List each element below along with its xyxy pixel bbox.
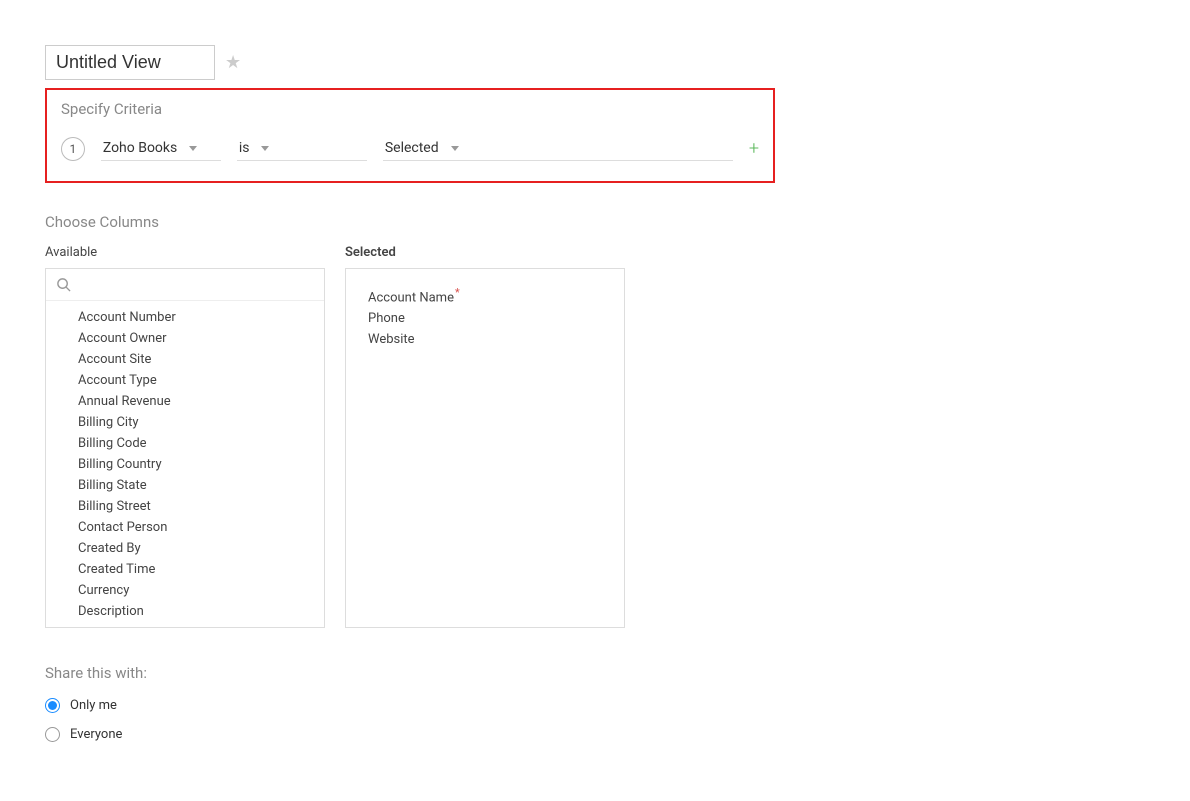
add-criteria-icon[interactable]: + [749,138,759,159]
specify-criteria-panel: Specify Criteria 1 Zoho Books is Selecte… [45,88,775,183]
share-heading: Share this with: [45,664,1145,682]
share-option-label: Everyone [70,727,122,742]
favorite-star-icon[interactable]: ★ [225,52,241,73]
available-column-item[interactable]: Contact Person [46,517,324,538]
search-icon [56,277,71,292]
share-section: Share this with: Only me Everyone [45,664,1145,742]
available-columns-list: Account NumberAccount OwnerAccount SiteA… [46,301,324,623]
available-column-item[interactable]: Annual Revenue [46,391,324,412]
choose-columns-heading: Choose Columns [45,213,1145,231]
criteria-value-dropdown[interactable]: Selected [383,136,733,161]
criteria-field-label: Zoho Books [103,140,177,156]
available-column-item[interactable]: Created By [46,538,324,559]
available-search-input[interactable] [46,269,324,301]
available-columns-panel: Account NumberAccount OwnerAccount SiteA… [45,268,325,628]
available-column-item[interactable]: Billing Code [46,433,324,454]
criteria-row: 1 Zoho Books is Selected + [61,136,759,161]
available-column-item[interactable]: Account Owner [46,328,324,349]
selected-columns-label: Selected [345,245,625,260]
chevron-down-icon [261,146,269,151]
share-option-radio[interactable] [45,727,60,742]
available-column-item[interactable]: Currency [46,580,324,601]
chevron-down-icon [451,146,459,151]
choose-columns-section: Choose Columns Available Account NumberA… [45,213,1145,628]
criteria-operator-label: is [239,140,250,156]
available-column-item[interactable]: Account Site [46,349,324,370]
chevron-down-icon [189,146,197,151]
criteria-field-dropdown[interactable]: Zoho Books [101,136,221,161]
available-column-item[interactable]: Account Type [46,370,324,391]
available-column-item[interactable]: Created Time [46,559,324,580]
share-option-label: Only me [70,698,117,713]
available-column-item[interactable]: Billing City [46,412,324,433]
available-column-item[interactable]: Billing State [46,475,324,496]
selected-columns-list: Account Name*PhoneWebsite [346,269,624,627]
available-column-item[interactable]: Account Number [46,307,324,328]
share-option-row: Everyone [45,727,1145,742]
share-option-row: Only me [45,698,1145,713]
criteria-row-number: 1 [61,137,85,161]
available-column-item[interactable]: Billing Country [46,454,324,475]
available-column-item[interactable]: Description [46,601,324,622]
specify-criteria-heading: Specify Criteria [61,100,759,118]
criteria-operator-dropdown[interactable]: is [237,136,367,161]
criteria-value-label: Selected [385,140,439,156]
view-title-input[interactable] [45,45,215,80]
available-column-item[interactable]: Billing Street [46,496,324,517]
required-indicator-icon: * [455,286,460,299]
selected-column-item[interactable]: Phone [346,308,624,329]
selected-column-item[interactable]: Website [346,329,624,350]
selected-column-item[interactable]: Account Name* [346,283,624,308]
share-option-radio[interactable] [45,698,60,713]
selected-columns-panel: Account Name*PhoneWebsite [345,268,625,628]
available-columns-label: Available [45,245,325,260]
